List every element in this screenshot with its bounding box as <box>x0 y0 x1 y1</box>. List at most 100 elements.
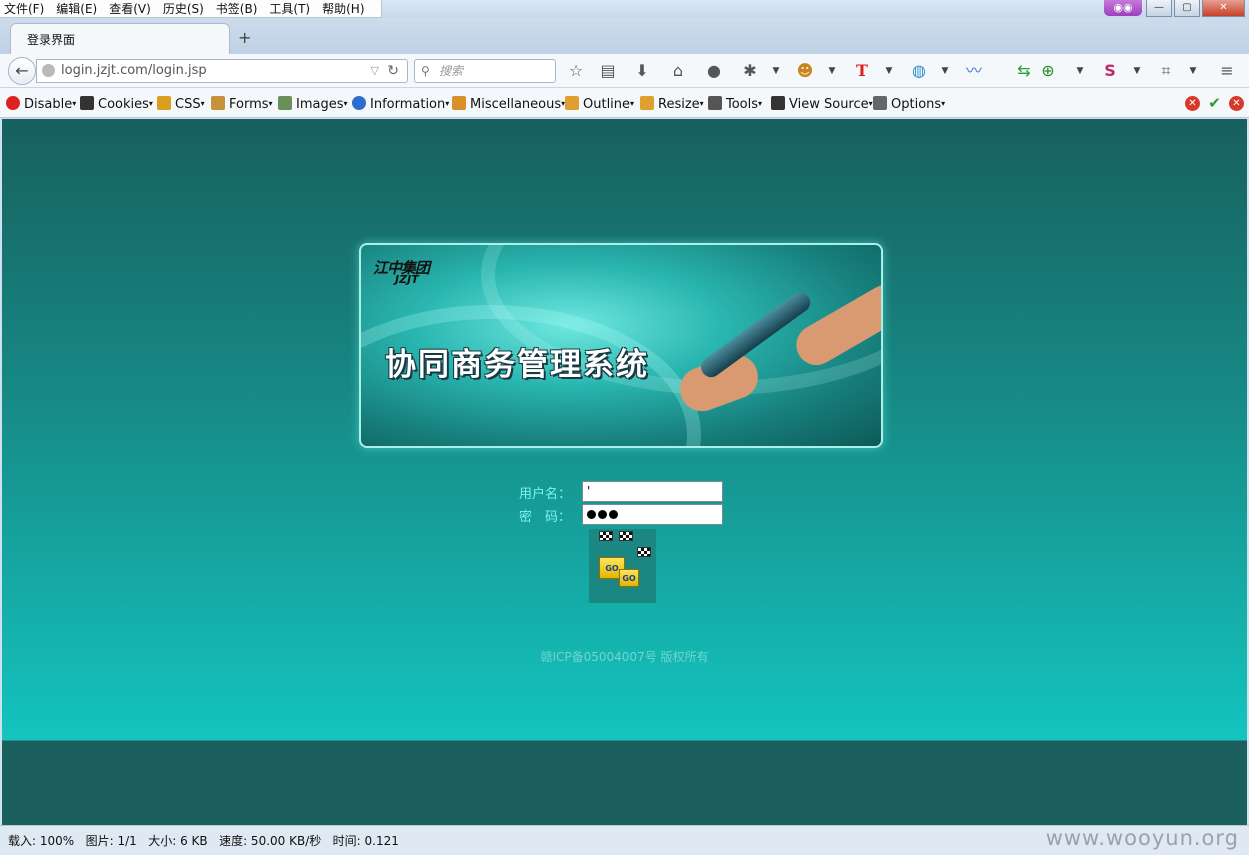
url-bar[interactable]: login.jzjt.com/login.jsp ▽ ↻ <box>36 59 408 83</box>
private-mask-icon[interactable]: ◉◉ <box>1104 0 1142 16</box>
switch-proxy-icon[interactable]: ⇆ <box>1014 61 1034 81</box>
login-go-button[interactable]: GO GO <box>589 529 656 603</box>
globe-addon-icon[interactable]: ◍ <box>909 61 929 81</box>
dev-disable-label: Disable <box>24 97 73 112</box>
checkered-flag-icon <box>637 547 651 557</box>
bookmark-star-icon[interactable]: ☆ <box>566 61 586 81</box>
dev-images-label: Images <box>296 97 344 112</box>
menu-help[interactable]: 帮助(H) <box>322 0 364 17</box>
dev-view-source-menu[interactable]: View Source▾ <box>771 96 873 112</box>
page-footer-band <box>2 740 1247 825</box>
watermark: www.wooyun.org <box>1045 826 1239 850</box>
stylish-dropdown-icon[interactable]: ▼ <box>1132 61 1142 81</box>
dev-options-menu[interactable]: Options▾ <box>873 96 945 112</box>
tools-icon <box>708 96 722 110</box>
dev-outline-menu[interactable]: Outline▾ <box>565 96 634 112</box>
page-content: 江中集团 JZJT 协同商务管理系统 用户名： ' 密 码： GO GO 赣IC… <box>2 119 1247 740</box>
url-text: login.jzjt.com/login.jsp <box>61 63 207 78</box>
firebug-dropdown-icon[interactable]: ▼ <box>771 61 781 81</box>
dev-resize-label: Resize <box>658 97 700 112</box>
menu-view[interactable]: 查看(V) <box>109 0 151 17</box>
password-field[interactable] <box>582 504 723 525</box>
copyright-text: 赣ICP备05004007号 版权所有 <box>540 650 709 664</box>
menu-file[interactable]: 文件(F) <box>4 0 44 17</box>
dev-cookies-label: Cookies <box>98 97 149 112</box>
crop-icon[interactable]: ⌗ <box>1156 61 1176 81</box>
home-icon[interactable]: ⌂ <box>668 61 688 81</box>
validate-check-icon[interactable]: ✔ <box>1207 96 1222 111</box>
dev-forms-label: Forms <box>229 97 269 112</box>
search-input[interactable]: ⚲ 搜索 <box>414 59 556 83</box>
dev-information-menu[interactable]: Information▾ <box>352 96 449 112</box>
chart-addon-icon[interactable]: 〰 <box>964 61 984 81</box>
status-text: 载入: 100% 图片: 1/1 大小: 6 KB 速度: 50.00 KB/秒… <box>8 834 399 848</box>
menu-edit[interactable]: 编辑(E) <box>56 0 97 17</box>
hamburger-menu-icon[interactable]: ≡ <box>1217 61 1237 81</box>
navigation-bar: ← login.jzjt.com/login.jsp ▽ ↻ ⚲ 搜索 ☆ ▤ … <box>0 54 1249 88</box>
system-banner: 江中集团 JZJT 协同商务管理系统 <box>359 243 883 448</box>
images-icon <box>278 96 292 110</box>
new-tab-button[interactable]: + <box>238 28 251 47</box>
dev-disable-menu[interactable]: Disable▾ <box>6 96 76 112</box>
username-field[interactable]: ' <box>582 481 723 502</box>
outline-icon <box>565 96 579 110</box>
close-window-button[interactable]: ✕ <box>1202 0 1245 17</box>
title-bar: 文件(F) 编辑(E) 查看(V) 历史(S) 书签(B) 工具(T) 帮助(H… <box>0 0 1249 18</box>
reload-icon[interactable]: ↻ <box>387 60 399 82</box>
css-icon <box>157 96 171 110</box>
text-tool-icon[interactable]: T <box>852 61 872 81</box>
checkered-flag-icon <box>599 531 613 541</box>
adblock-counter-icon[interactable]: ⊕ <box>1038 61 1058 81</box>
miscellaneous-icon <box>452 96 466 110</box>
options-icon <box>873 96 887 110</box>
greasemonkey-dropdown-icon[interactable]: ▼ <box>827 61 837 81</box>
dev-outline-label: Outline <box>583 97 631 112</box>
dev-forms-menu[interactable]: Forms▾ <box>211 96 273 112</box>
company-logo-sub: JZJT <box>395 273 419 286</box>
chat-icon[interactable]: ● <box>704 61 724 81</box>
dev-cookies-menu[interactable]: Cookies▾ <box>80 96 153 112</box>
back-button[interactable]: ← <box>8 57 36 85</box>
menu-tools[interactable]: 工具(T) <box>269 0 310 17</box>
dev-tools-menu[interactable]: Tools▾ <box>708 96 762 112</box>
download-icon[interactable]: ⬇ <box>632 61 652 81</box>
web-developer-toolbar: Disable▾ Cookies▾ CSS▾ Forms▾ Images▾ In… <box>0 88 1249 118</box>
url-dropdown-icon[interactable]: ▽ <box>371 60 379 82</box>
globe-addon-dropdown-icon[interactable]: ▼ <box>940 61 950 81</box>
search-icon: ⚲ <box>421 64 430 78</box>
dev-images-menu[interactable]: Images▾ <box>278 96 348 112</box>
dev-tools-label: Tools <box>726 97 759 112</box>
dev-miscellaneous-menu[interactable]: Miscellaneous▾ <box>452 96 565 112</box>
disable-icon <box>6 96 20 110</box>
dev-miscellaneous-label: Miscellaneous <box>470 97 562 112</box>
information-icon <box>352 96 366 110</box>
forms-icon <box>211 96 225 110</box>
maximize-button[interactable]: ▢ <box>1174 0 1200 17</box>
system-title: 协同商务管理系统 <box>385 347 649 383</box>
dev-resize-menu[interactable]: Resize▾ <box>640 96 704 112</box>
tab-login[interactable]: 登录界面 <box>10 23 230 54</box>
adblock-dropdown-icon[interactable]: ▼ <box>1075 61 1085 81</box>
view-source-icon <box>771 96 785 110</box>
dev-information-label: Information <box>370 97 446 112</box>
dev-css-menu[interactable]: CSS▾ <box>157 96 205 112</box>
greasemonkey-icon[interactable]: ☻ <box>795 61 815 81</box>
dev-options-label: Options <box>891 97 942 112</box>
site-identity-icon[interactable] <box>42 64 55 77</box>
menu-bar: 文件(F) 编辑(E) 查看(V) 历史(S) 书签(B) 工具(T) 帮助(H… <box>0 0 382 18</box>
menu-history[interactable]: 历史(S) <box>163 0 204 17</box>
stylish-icon[interactable]: S <box>1100 61 1120 81</box>
dev-css-label: CSS <box>175 97 201 112</box>
text-tool-dropdown-icon[interactable]: ▼ <box>884 61 894 81</box>
reading-list-icon[interactable]: ▤ <box>598 61 618 81</box>
close-toolbar-icon[interactable]: ✕ <box>1229 96 1244 111</box>
crop-dropdown-icon[interactable]: ▼ <box>1188 61 1198 81</box>
dev-view-source-label: View Source <box>789 97 869 112</box>
menu-bookmarks[interactable]: 书签(B) <box>216 0 258 17</box>
minimize-button[interactable]: — <box>1146 0 1172 17</box>
firebug-icon[interactable]: ✱ <box>740 61 760 81</box>
checkered-flag-icon <box>619 531 633 541</box>
tab-strip: 登录界面 + <box>0 18 1249 54</box>
window-controls: — ▢ ✕ <box>1146 0 1245 17</box>
error-icon[interactable]: ✕ <box>1185 96 1200 111</box>
